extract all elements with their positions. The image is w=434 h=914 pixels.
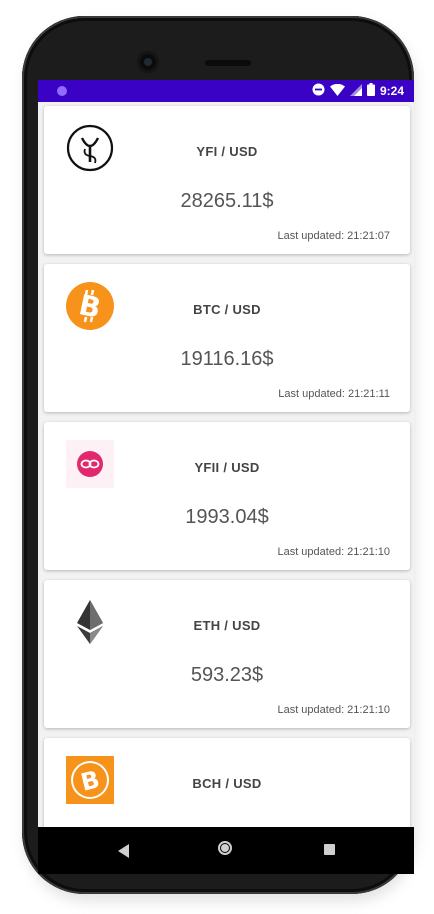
device-screen: 9:24 YFI / USD 28265.11$ Last updated: 2… [38, 80, 414, 874]
price-card-yfi[interactable]: YFI / USD 28265.11$ Last updated: 21:21:… [44, 106, 410, 254]
price-card-btc[interactable]: B BTC / USD 19116.16$ Last updated: 21:2… [44, 264, 410, 412]
front-camera [137, 51, 159, 73]
price-list[interactable]: YFI / USD 28265.11$ Last updated: 21:21:… [38, 102, 414, 827]
price-card-yfii[interactable]: YFII / USD 1993.04$ Last updated: 21:21:… [44, 422, 410, 570]
back-icon[interactable] [118, 844, 129, 858]
last-updated: Last updated: 21:21:10 [277, 704, 390, 716]
price-value: 28265.11$ [180, 190, 274, 212]
dnd-icon [312, 83, 325, 99]
home-icon[interactable] [218, 841, 232, 855]
wifi-icon [329, 83, 345, 99]
price-value: 19116.16$ [180, 348, 274, 370]
recents-icon[interactable] [324, 844, 335, 855]
status-time: 9:24 [379, 84, 404, 98]
last-updated: Last updated: 21:21:10 [277, 546, 390, 558]
navigation-bar [38, 827, 414, 874]
pair-label: YFI / USD [196, 144, 258, 159]
status-bar: 9:24 [38, 80, 414, 102]
pair-label: BTC / USD [193, 302, 261, 317]
pair-label: BCH / USD [192, 776, 262, 791]
price-value: 1993.04$ [185, 506, 269, 528]
signal-icon [349, 83, 362, 99]
pair-label: ETH / USD [193, 618, 261, 633]
battery-icon [366, 83, 375, 99]
notification-dot-icon [57, 86, 67, 96]
status-icons: 9:24 [312, 83, 404, 99]
price-value: 593.23$ [190, 664, 264, 686]
last-updated: Last updated: 21:21:11 [278, 388, 390, 400]
price-card-eth[interactable]: ETH / USD 593.23$ Last updated: 21:21:10 [44, 580, 410, 728]
price-card-bch[interactable]: B BCH / USD [44, 738, 410, 827]
last-updated: Last updated: 21:21:07 [277, 230, 390, 242]
pair-label: YFII / USD [194, 460, 260, 475]
earpiece-speaker [205, 60, 251, 66]
